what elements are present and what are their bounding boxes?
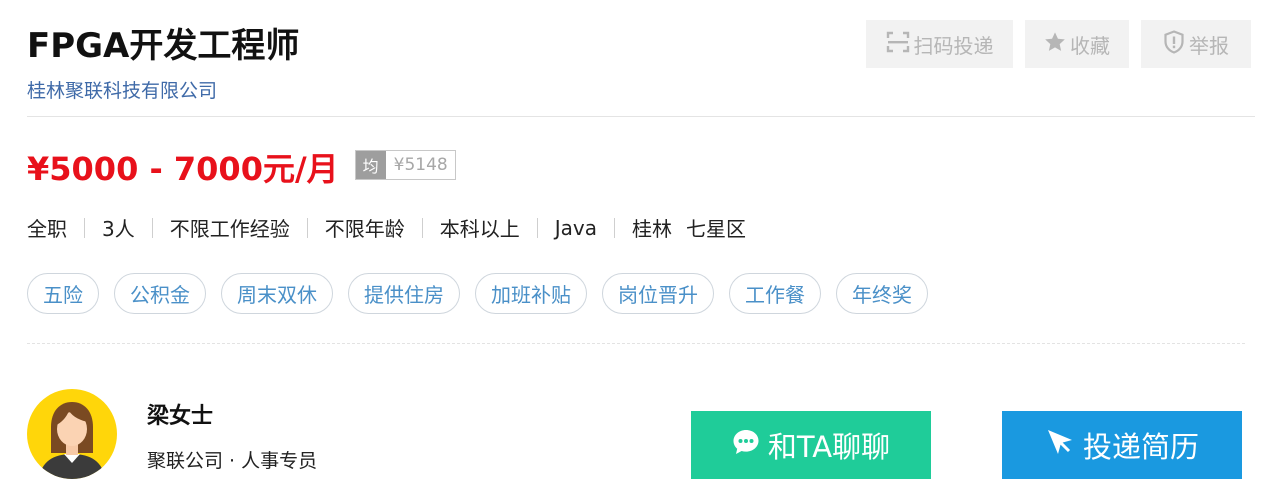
salary-range: ¥5000 - 7000元/月 [27, 150, 339, 188]
benefit-tag: 工作餐 [729, 273, 821, 314]
benefit-tag: 提供住房 [348, 273, 460, 314]
average-value: ¥5148 [393, 155, 448, 175]
separator [151, 217, 153, 238]
star-icon [1044, 31, 1070, 58]
benefit-tag: 岗位晋升 [602, 273, 714, 314]
separator [306, 217, 308, 238]
scan-apply-label: 扫码投递 [913, 33, 994, 58]
recruiter-role: 聚联公司 · 人事专员 [147, 450, 318, 472]
apply-resume-button[interactable]: 投递简历 [1002, 411, 1242, 479]
benefit-tag: 加班补贴 [475, 273, 587, 314]
average-tag: 均 [355, 151, 386, 179]
section-divider [27, 343, 1245, 344]
recruiter-name: 梁女士 [147, 404, 214, 429]
report-label: 举报 [1189, 33, 1229, 58]
age-requirement: 不限年龄 [324, 217, 405, 241]
average-salary-badge: 均 ¥5148 [354, 150, 456, 180]
location-city: 桂林 [631, 217, 672, 241]
recruiter-avatar [27, 389, 117, 479]
employment-type: 全职 [27, 217, 67, 241]
salary-row: ¥5000 - 7000元/月 均 ¥5148 [27, 144, 456, 190]
action-bar: 扫码投递 收藏 举报 [866, 20, 1251, 68]
shield-alert-icon [1163, 29, 1189, 59]
benefit-tag: 年终奖 [836, 273, 928, 314]
benefit-tag: 周末双休 [221, 273, 333, 314]
favorite-button[interactable]: 收藏 [1025, 20, 1129, 68]
send-arrow-icon [1045, 427, 1083, 464]
chat-button-label: 和TA聊聊 [767, 430, 891, 464]
chat-bubble-icon [732, 428, 768, 463]
chat-button[interactable]: 和TA聊聊 [691, 411, 931, 479]
company-link[interactable]: 桂林聚联科技有限公司 [27, 76, 217, 103]
scan-icon [886, 31, 914, 58]
scan-apply-button[interactable]: 扫码投递 [866, 20, 1013, 68]
header-divider [27, 116, 1255, 117]
separator [536, 217, 538, 238]
separator [613, 217, 615, 238]
separator [421, 217, 423, 238]
benefit-tags: 五险 公积金 周末双休 提供住房 加班补贴 岗位晋升 工作餐 年终奖 [27, 273, 928, 314]
apply-button-label: 投递简历 [1082, 430, 1199, 464]
benefit-tag: 公积金 [114, 273, 206, 314]
job-title: FPGA开发工程师 [27, 26, 300, 66]
favorite-label: 收藏 [1070, 33, 1110, 58]
benefit-tag: 五险 [27, 273, 99, 314]
headcount: 3人 [102, 217, 135, 241]
separator [84, 217, 85, 238]
education-requirement: 本科以上 [439, 217, 520, 241]
skill-requirement: Java [554, 215, 597, 240]
report-button[interactable]: 举报 [1141, 20, 1251, 68]
location-district: 七星区 [685, 217, 746, 241]
job-requirements: 全职 3人 不限工作经验 不限年龄 本科以上 Java 桂林 七星区 [27, 213, 746, 242]
experience-requirement: 不限工作经验 [169, 217, 290, 241]
